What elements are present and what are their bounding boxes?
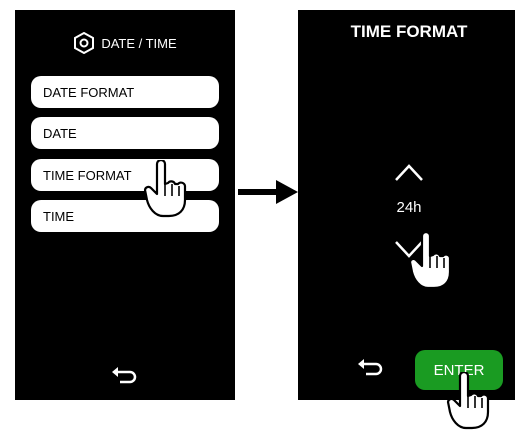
back-arrow-icon[interactable] bbox=[110, 366, 140, 386]
menu-item-label: TIME bbox=[43, 208, 75, 224]
chevron-up-icon[interactable] bbox=[394, 162, 424, 182]
settings-hex-icon bbox=[74, 32, 95, 54]
screen-header: DATE / TIME bbox=[15, 28, 235, 58]
pointer-hand-icon bbox=[446, 372, 490, 430]
menu-item-time-format[interactable]: TIME FORMAT bbox=[31, 159, 219, 191]
menu-item-date-format[interactable]: DATE FORMAT bbox=[31, 76, 219, 108]
time-format-screen: TIME FORMAT 24h ENTER bbox=[298, 10, 515, 400]
time-format-value: 24h bbox=[396, 199, 422, 216]
back-arrow-icon[interactable] bbox=[356, 358, 386, 378]
menu-item-label: DATE FORMAT bbox=[43, 84, 135, 100]
menu-item-label: TIME FORMAT bbox=[43, 167, 132, 183]
page-title: TIME FORMAT bbox=[350, 22, 468, 41]
menu-item-time[interactable]: TIME bbox=[31, 200, 219, 232]
transition-arrow-icon bbox=[238, 180, 298, 204]
screen-title: DATE / TIME bbox=[101, 35, 177, 51]
pointer-hand-icon bbox=[143, 160, 187, 218]
menu-item-label: DATE bbox=[43, 125, 77, 141]
menu-item-date[interactable]: DATE bbox=[31, 117, 219, 149]
pointer-hand-icon bbox=[408, 232, 452, 290]
date-time-screen: DATE / TIME DATE FORMAT DATE TIME FORMAT… bbox=[15, 10, 235, 400]
